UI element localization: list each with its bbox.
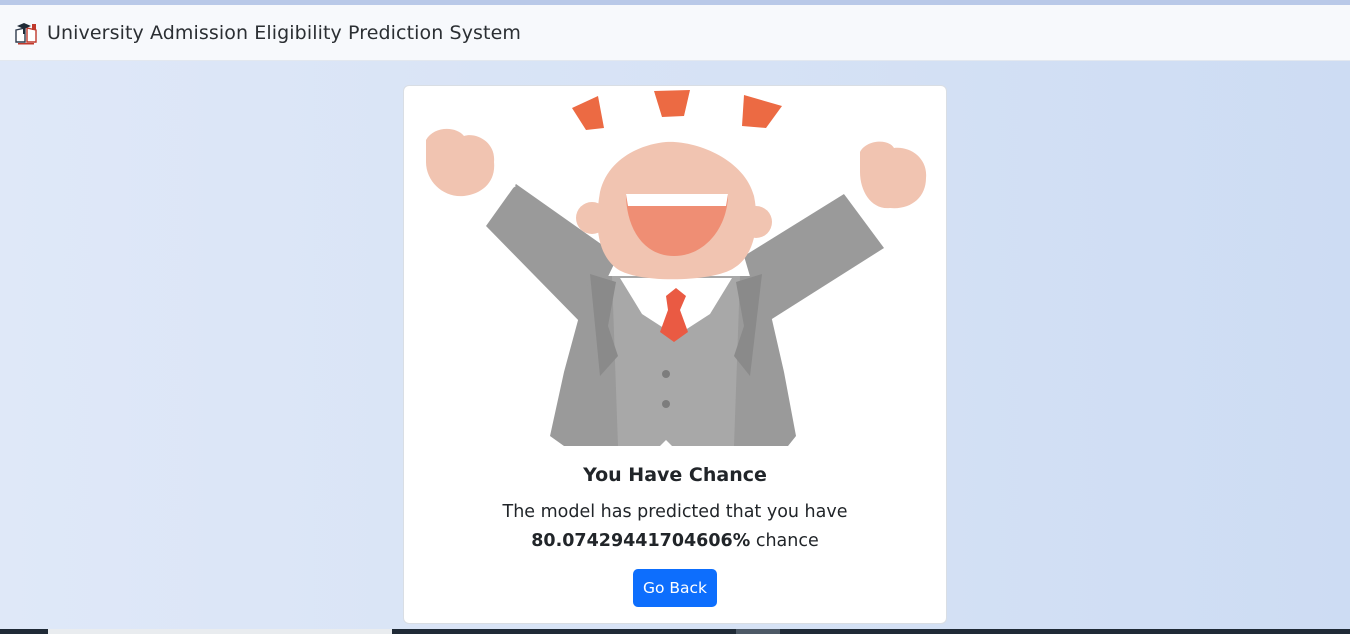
result-percentage: 80.07429441704606%: [531, 531, 751, 551]
navbar: University Admission Eligibility Predict…: [0, 5, 1350, 61]
result-text: The model has predicted that you have 80…: [404, 498, 946, 556]
result-card: You Have Chance The model has predicted …: [403, 85, 947, 624]
taskbar-segment: [736, 629, 780, 634]
result-text-prefix: The model has predicted that you have: [502, 502, 848, 522]
excitement-marks: [572, 90, 782, 130]
brand-title[interactable]: University Admission Eligibility Predict…: [47, 22, 521, 44]
taskbar-segment: [48, 629, 392, 634]
result-title: You Have Chance: [583, 464, 767, 486]
celebrating-businessman-illustration: [426, 90, 927, 446]
go-back-button[interactable]: Go Back: [633, 569, 717, 607]
result-text-suffix: chance: [755, 531, 819, 551]
taskbar-strip: [0, 629, 1350, 634]
graduation-book-icon[interactable]: [13, 20, 39, 46]
